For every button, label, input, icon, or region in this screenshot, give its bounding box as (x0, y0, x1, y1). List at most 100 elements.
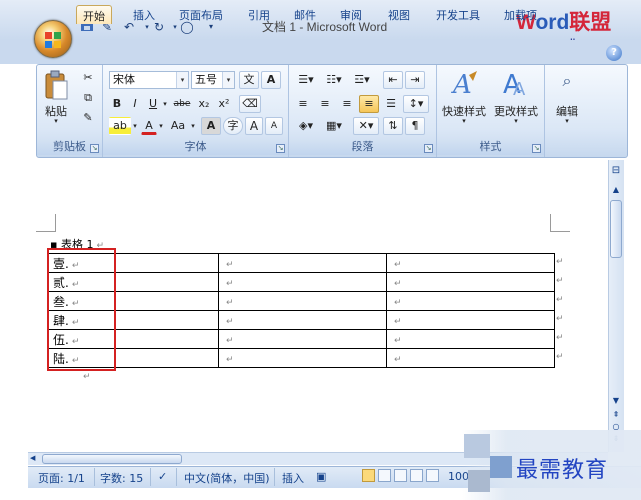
superscript-button[interactable]: x² (215, 95, 233, 113)
table-cell-empty[interactable]: ↵ (386, 291, 555, 311)
proofing-icon[interactable]: ✓ (158, 470, 167, 483)
strikethrough-button[interactable]: abe (171, 95, 193, 113)
underline-button[interactable]: U (145, 95, 161, 113)
tab-home[interactable]: 开始 (76, 5, 112, 24)
font-size-dropdown-icon[interactable]: ▾ (222, 72, 234, 88)
table-cell-empty[interactable]: ↵ (386, 310, 555, 330)
font-size-value: 五号 (195, 73, 217, 86)
document-table[interactable]: 壹. ↵ ↵ ↵ 贰. ↵ ↵ ↵ 叁. ↵ ↵ ↵ 肆. ↵ ↵ ↵ 伍. ↵ ↵ ↵ 陆. ↵ ↵ ↵ (48, 253, 555, 368)
align-left-icon[interactable]: ≡ (293, 95, 313, 113)
cell-end-mark: ↵ (226, 298, 234, 308)
character-shading-icon[interactable]: A (201, 117, 221, 135)
enclose-characters-icon[interactable]: 字 (223, 117, 243, 135)
tab-developer[interactable]: 开发工具 (430, 5, 486, 24)
print-layout-view-icon[interactable] (362, 469, 375, 482)
distributed-icon[interactable]: ☰ (381, 95, 401, 113)
word-count[interactable]: 字数: 15 (100, 470, 143, 486)
grow-font-icon[interactable]: A (245, 117, 263, 135)
horizontal-scroll-thumb[interactable] (42, 454, 182, 464)
find-binoculars-icon[interactable]: ⌕ (557, 71, 577, 91)
borders-icon[interactable]: ▦▾ (321, 117, 347, 135)
tab-mailings[interactable]: 邮件 (288, 5, 322, 24)
draft-view-icon[interactable] (426, 469, 439, 482)
copy-icon[interactable]: ⧉ (79, 89, 97, 107)
office-button[interactable] (34, 20, 72, 58)
font-size-combo[interactable]: 五号 ▾ (191, 71, 235, 89)
subscript-button[interactable]: x₂ (195, 95, 213, 113)
font-color-dropdown-icon[interactable]: ▾ (157, 117, 165, 135)
character-border-icon[interactable]: A (261, 71, 281, 89)
insert-mode-status[interactable]: 插入 (282, 470, 304, 486)
table-cell-empty[interactable]: ↵ (218, 329, 387, 349)
font-color-icon[interactable]: A (141, 117, 157, 135)
paste-dropdown-icon[interactable]: ▾ (51, 117, 61, 125)
increase-indent-icon[interactable]: ⇥ (405, 71, 425, 89)
table-cell-empty[interactable]: ↵ (218, 272, 387, 292)
tab-review[interactable]: 审阅 (334, 5, 368, 24)
table-cell-empty[interactable]: ↵ (218, 291, 387, 311)
scroll-down-icon[interactable]: ▼ (609, 395, 623, 407)
help-icon[interactable]: ? (606, 45, 622, 61)
table-cell-empty[interactable]: ↵ (386, 253, 555, 273)
styles-launcher-icon[interactable]: ↘ (532, 144, 541, 153)
vertical-scroll-thumb[interactable] (610, 200, 622, 258)
bullets-icon[interactable]: ☰▾ (293, 71, 319, 89)
change-styles-icon[interactable]: AA (499, 69, 531, 100)
change-styles-dropdown-icon[interactable]: ▾ (511, 117, 521, 125)
align-center-icon[interactable]: ≡ (315, 95, 335, 113)
macro-record-icon[interactable]: ▣ (316, 470, 326, 483)
font-name-combo[interactable]: 宋体 ▾ (109, 71, 189, 89)
clipboard-launcher-icon[interactable]: ↘ (90, 144, 99, 153)
table-cell-empty[interactable]: ↵ (386, 272, 555, 292)
decrease-indent-icon[interactable]: ⇤ (383, 71, 403, 89)
tab-view[interactable]: 视图 (382, 5, 416, 24)
bold-button[interactable]: B (109, 95, 125, 113)
text-highlight-icon[interactable]: ab (109, 117, 131, 135)
tab-page-layout[interactable]: 页面布局 (173, 5, 229, 24)
change-case-dropdown-icon[interactable]: ▾ (189, 117, 197, 135)
table-cell-empty[interactable]: ↵ (218, 348, 387, 368)
multilevel-list-icon[interactable]: ☲▾ (349, 71, 375, 89)
change-case-icon[interactable]: Aa (167, 117, 189, 135)
justify-icon[interactable]: ≡ (359, 95, 379, 113)
table-cell-empty[interactable]: ↵ (386, 329, 555, 349)
tab-references[interactable]: 引用 (242, 5, 276, 24)
highlight-dropdown-icon[interactable]: ▾ (131, 117, 139, 135)
paragraph-launcher-icon[interactable]: ↘ (424, 144, 433, 153)
tab-insert[interactable]: 插入 (127, 5, 161, 24)
phonetic-guide-icon[interactable]: 文 (239, 71, 259, 89)
outline-view-icon[interactable] (410, 469, 423, 482)
scroll-up-icon[interactable]: ▲ (609, 184, 623, 196)
show-marks-icon[interactable]: ¶ (405, 117, 425, 135)
quick-styles-icon[interactable]: A (449, 69, 481, 100)
quick-styles-dropdown-icon[interactable]: ▾ (459, 117, 469, 125)
clear-formatting-icon[interactable]: ⌫ (239, 95, 261, 113)
sort-icon[interactable]: ⇅ (383, 117, 403, 135)
font-launcher-icon[interactable]: ↘ (276, 144, 285, 153)
italic-button[interactable]: I (127, 95, 143, 113)
cut-icon[interactable]: ✂ (79, 69, 97, 87)
format-painter-icon[interactable]: ✎ (79, 109, 97, 127)
shrink-font-icon[interactable]: A (265, 117, 283, 135)
ruler-toggle-icon[interactable]: ⊟ (609, 165, 623, 177)
numbering-icon[interactable]: ☷▾ (321, 71, 347, 89)
editing-dropdown-icon[interactable]: ▾ (562, 117, 572, 125)
language-status[interactable]: 中文(简体，中国) (184, 470, 270, 486)
full-screen-view-icon[interactable] (378, 469, 391, 482)
tab-add-ins[interactable]: 加载项 (498, 5, 543, 24)
web-layout-view-icon[interactable] (394, 469, 407, 482)
underline-dropdown-icon[interactable]: ▾ (161, 95, 169, 113)
previous-page-icon[interactable]: ⇞ (609, 409, 623, 421)
table-cell-empty[interactable]: ↵ (218, 310, 387, 330)
paste-icon[interactable] (43, 69, 69, 101)
styles-group-label: 样式 (437, 139, 544, 155)
page-count[interactable]: 页面: 1/1 (38, 470, 85, 486)
align-right-icon[interactable]: ≡ (337, 95, 357, 113)
table-cell-empty[interactable]: ↵ (218, 253, 387, 273)
line-spacing-icon[interactable]: ↕▾ (403, 95, 429, 113)
table-cell-empty[interactable]: ↵ (386, 348, 555, 368)
font-name-dropdown-icon[interactable]: ▾ (176, 72, 188, 88)
shading-icon[interactable]: ◈▾ (293, 117, 319, 135)
scroll-left-icon[interactable]: ◀ (30, 453, 40, 464)
chinese-layout-icon[interactable]: ✕▾ (353, 117, 379, 135)
